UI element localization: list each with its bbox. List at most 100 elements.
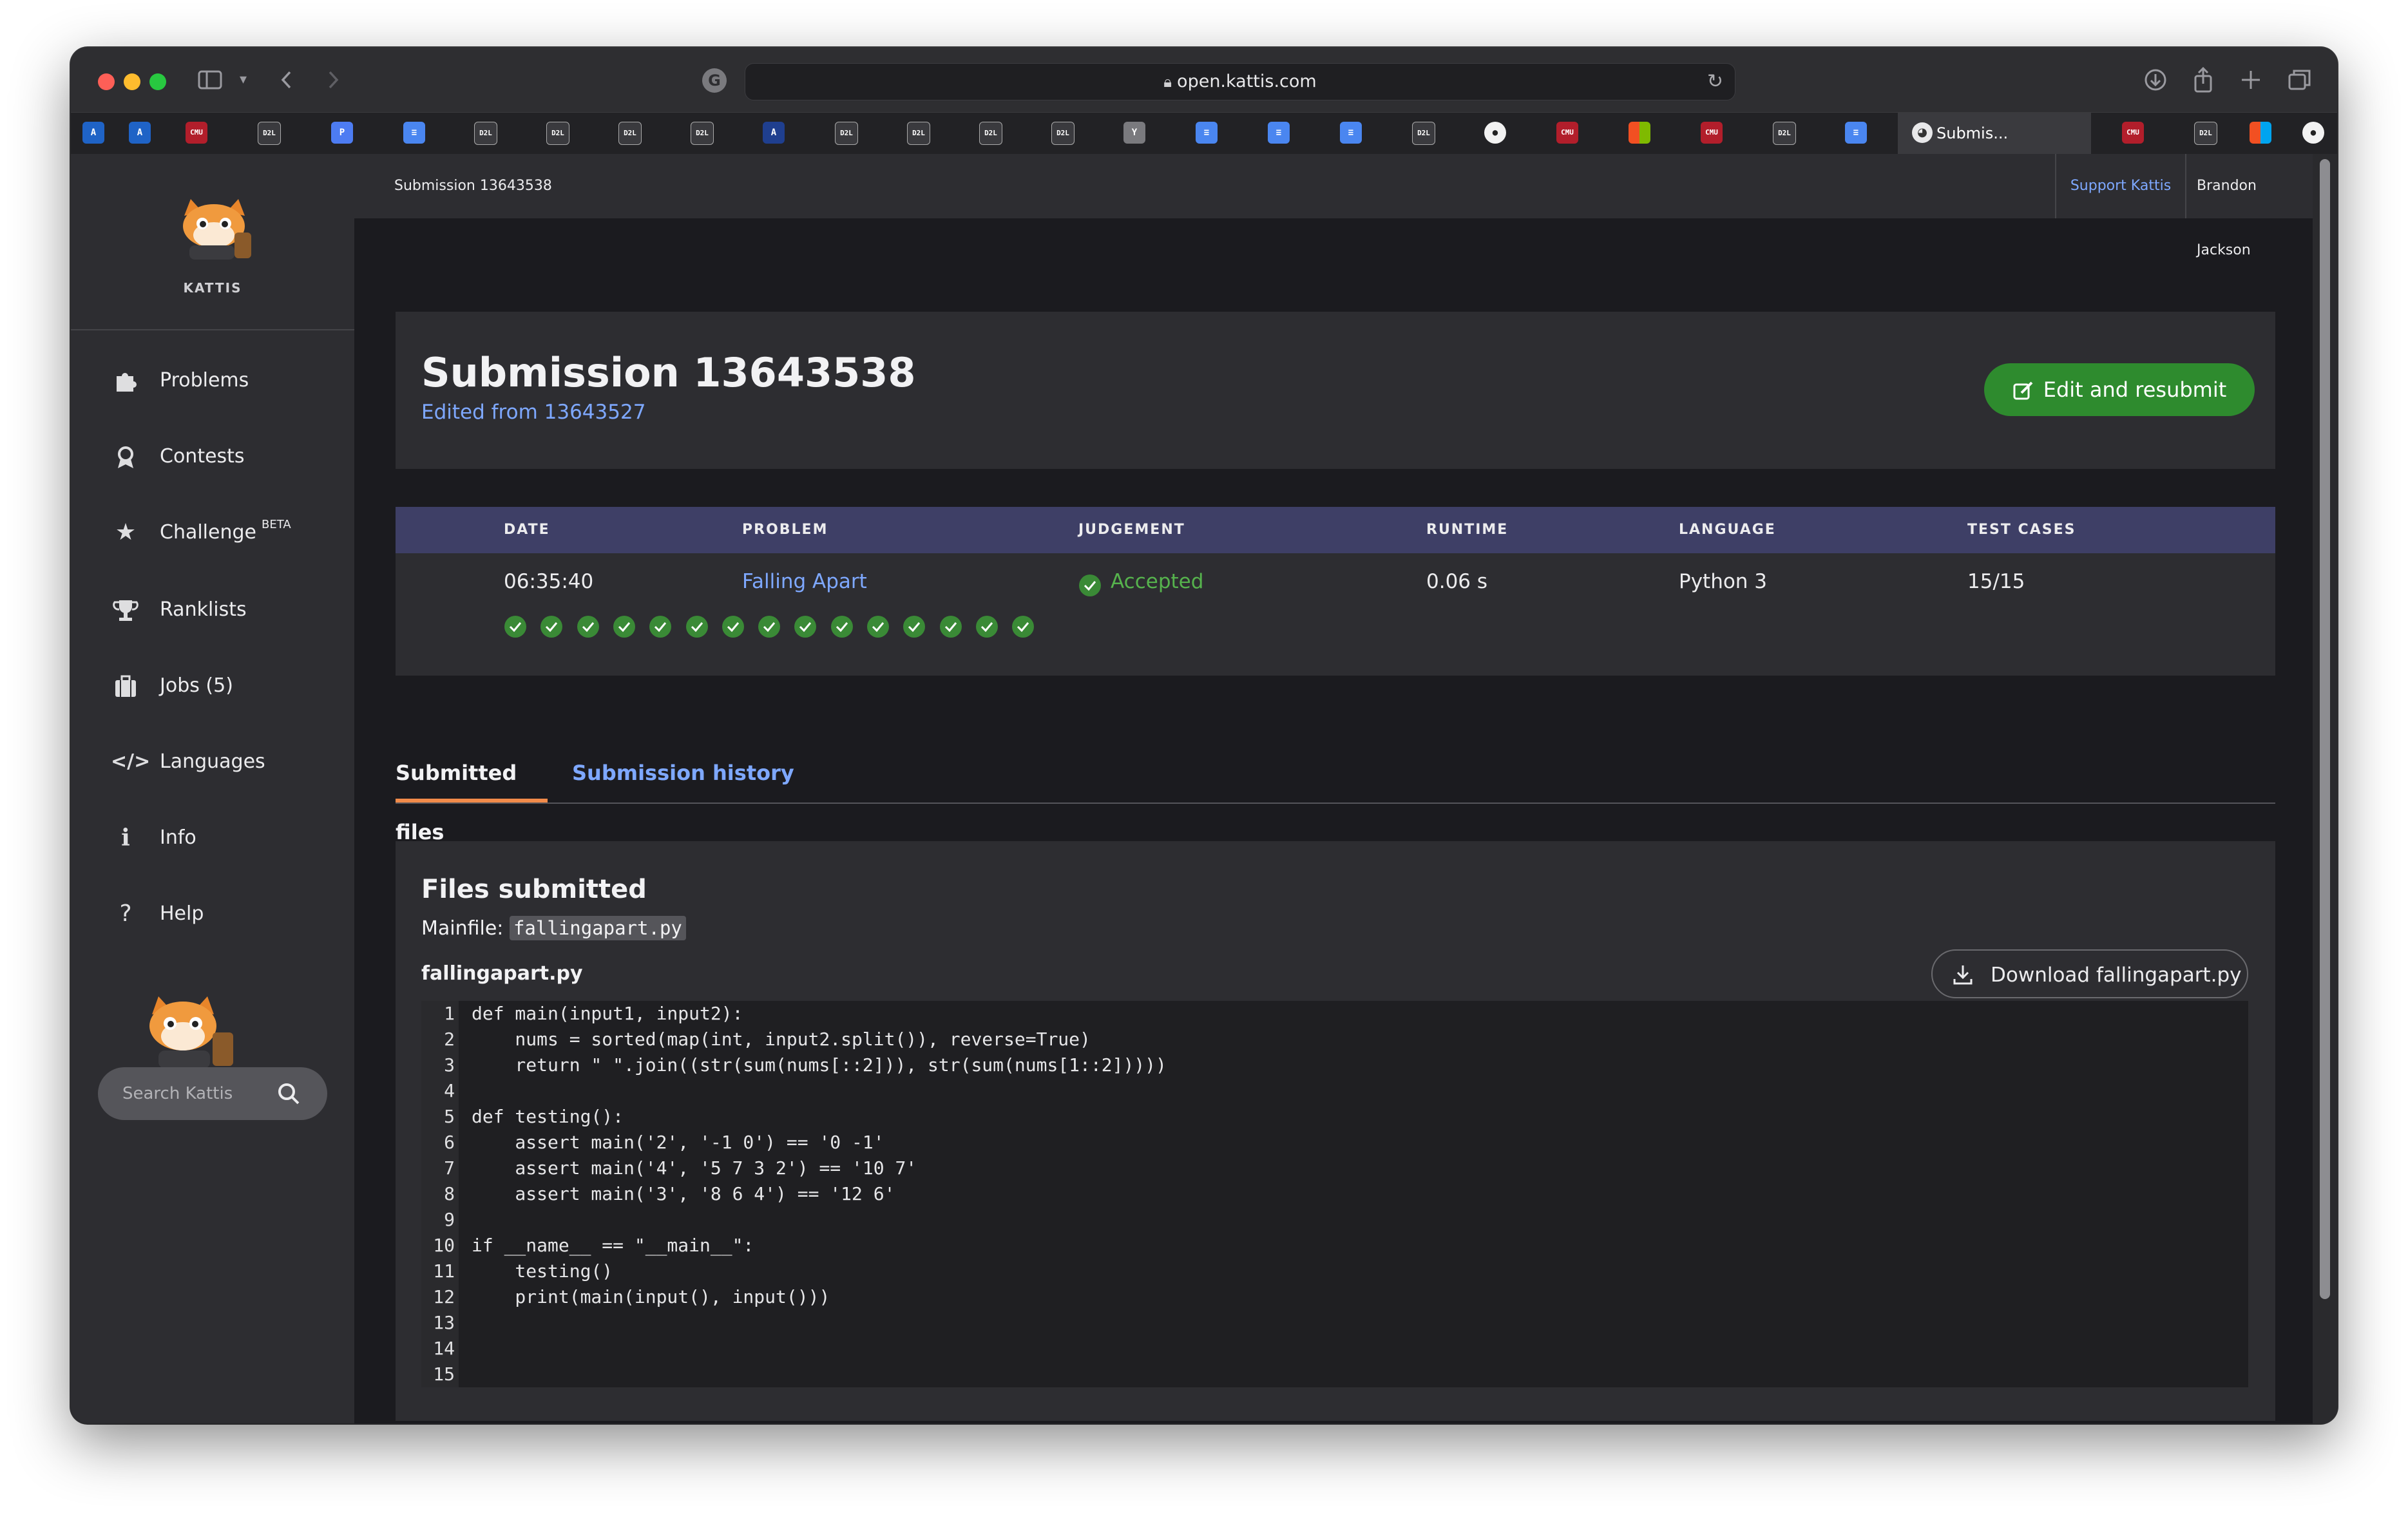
column-header-date: DATE [504, 522, 550, 538]
test-case-check-icon[interactable] [577, 615, 600, 638]
test-case-check-icon[interactable] [975, 615, 999, 638]
search-input[interactable]: Search Kattis [122, 1067, 233, 1120]
zoom-window-button[interactable] [149, 73, 166, 90]
back-arrow-icon[interactable] [277, 66, 296, 94]
tab-favicon[interactable]: ≡ [1196, 122, 1218, 144]
tab-favicon[interactable]: D2L [1051, 122, 1075, 145]
test-case-check-icon[interactable] [903, 615, 926, 638]
edited-from-link[interactable]: Edited from 13643527 [421, 401, 645, 424]
browser-titlebar: ▾ G 🔒︎ open.kattis.com ↻ [71, 48, 2337, 112]
language-value: Python 3 [1679, 570, 1768, 593]
test-case-check-icon[interactable] [1011, 615, 1035, 638]
sidebar-item-help[interactable]: ? Help [71, 888, 354, 940]
tab-favicon[interactable]: D2L [546, 122, 569, 145]
share-icon[interactable] [2192, 66, 2215, 94]
test-case-check-icon[interactable] [504, 615, 527, 638]
test-case-check-icon[interactable] [649, 615, 672, 638]
kattis-logo-icon[interactable] [173, 196, 256, 261]
test-case-check-icon[interactable] [758, 615, 781, 638]
test-case-check-icon[interactable] [721, 615, 745, 638]
search-bar[interactable]: Search Kattis [98, 1067, 327, 1120]
line-number: 10 [433, 1235, 455, 1256]
address-bar[interactable]: 🔒︎ open.kattis.com ↻ [745, 63, 1735, 100]
search-icon[interactable] [276, 1081, 301, 1107]
active-tab[interactable]: ◕ Submis... [1898, 113, 2091, 154]
download-file-button[interactable]: Download fallingapart.py [1931, 949, 2248, 998]
new-tab-icon[interactable] [2239, 66, 2262, 94]
tab-submitted-files[interactable]: Submitted files [396, 743, 548, 844]
test-case-check-icon[interactable] [613, 615, 636, 638]
tab-favicon[interactable]: A [763, 122, 785, 144]
support-kattis-link[interactable]: Support Kattis [2055, 154, 2186, 218]
sidebar-item-ranklists[interactable]: Ranklists [71, 584, 354, 636]
reload-icon[interactable]: ↻ [1707, 64, 1723, 100]
tab-favicon[interactable]: ≡ [1268, 122, 1290, 144]
test-cases-value: 15/15 [1967, 570, 2025, 593]
submission-header-card: Submission 13643538 Edited from 13643527… [396, 312, 2275, 469]
github-icon[interactable]: ● [1484, 122, 1506, 144]
tab-favicon[interactable]: D2L [258, 122, 281, 145]
test-case-check-icon[interactable] [685, 615, 709, 638]
page-scrollbar[interactable] [2313, 154, 2337, 1423]
tab-favicon[interactable]: A [82, 122, 104, 144]
chevron-down-icon[interactable]: ▾ [240, 66, 247, 94]
resubmit-label: Edit and resubmit [2043, 377, 2227, 402]
sidebar-item-contests[interactable]: Contests [71, 431, 354, 482]
microsoft-icon[interactable] [1629, 122, 1650, 144]
scrollbar-thumb[interactable] [2320, 159, 2330, 1299]
tab-favicon[interactable]: CMU [186, 122, 207, 144]
sidebar-item-info[interactable]: i Info [71, 812, 354, 864]
sidebar-item-problems[interactable]: Problems [71, 355, 354, 406]
download-icon [1953, 965, 1973, 985]
problem-link[interactable]: Falling Apart [742, 570, 867, 593]
tab-overview-icon[interactable] [2287, 66, 2313, 94]
line-number: 13 [433, 1312, 455, 1333]
tab-favicon[interactable]: D2L [1773, 122, 1796, 145]
tab-favicon[interactable]: D2L [474, 122, 497, 145]
briefcase-icon [111, 660, 140, 712]
tab-favicon[interactable]: D2L [691, 122, 714, 145]
tab-favicon[interactable]: CMU [1556, 122, 1578, 144]
kattis-favicon: ◕ [1912, 122, 1933, 143]
page-content: KATTIS Problems Contests ★ Challenge BETA [71, 154, 2337, 1423]
tab-favicon[interactable]: D2L [618, 122, 642, 145]
user-menu[interactable]: Brandon Jackson [2197, 154, 2313, 283]
tab-submission-history[interactable]: Submission history [572, 743, 794, 803]
test-case-check-icon[interactable] [939, 615, 962, 638]
tab-favicon[interactable]: D2L [979, 122, 1002, 145]
tab-favicon[interactable]: D2L [835, 122, 858, 145]
tab-favicon[interactable]: P [331, 122, 353, 144]
test-case-check-icon[interactable] [866, 615, 890, 638]
edit-and-resubmit-button[interactable]: Edit and resubmit [1984, 363, 2255, 416]
line-number: 6 [444, 1132, 455, 1153]
sidebar-item-languages[interactable]: </> Languages [71, 736, 354, 788]
tab-favicon[interactable]: ≡ [403, 122, 425, 144]
test-case-check-icon[interactable] [830, 615, 854, 638]
code-viewer[interactable]: 1 2 3 4 5 6 7 8 9 10 11 12 13 14 15 def main(input1, i… [421, 1001, 2248, 1387]
microsoft-icon[interactable] [2250, 122, 2271, 144]
grammarly-icon[interactable]: G [702, 68, 727, 93]
logo-area[interactable]: KATTIS [71, 154, 354, 330]
forward-arrow-icon[interactable] [323, 66, 343, 94]
sidebar-toggle-icon[interactable] [197, 66, 223, 94]
sidebar-item-challenge[interactable]: ★ Challenge BETA [71, 507, 354, 558]
tab-favicon[interactable]: CMU [1701, 122, 1723, 144]
close-window-button[interactable] [98, 73, 115, 90]
tab-favicon[interactable]: D2L [907, 122, 930, 145]
sidebar-item-jobs[interactable]: Jobs (5) [71, 660, 354, 712]
tab-favicon[interactable]: ≡ [1340, 122, 1362, 144]
github-icon[interactable]: ● [2302, 122, 2324, 144]
test-case-check-icon[interactable] [540, 615, 563, 638]
tab-favicon[interactable]: A [129, 122, 151, 144]
minimize-window-button[interactable] [124, 73, 140, 90]
tab-favicon[interactable]: D2L [1412, 122, 1435, 145]
downloads-icon[interactable] [2143, 66, 2168, 94]
code-line: assert main('4', '5 7 3 2') == '10 7' [472, 1157, 917, 1179]
tab-favicon[interactable]: D2L [2194, 122, 2217, 145]
tab-favicon[interactable]: CMU [2122, 122, 2144, 144]
test-case-check-icon[interactable] [794, 615, 817, 638]
beta-badge: BETA [262, 518, 291, 531]
tab-favicon[interactable]: Y [1123, 122, 1145, 144]
accepted-check-icon [1079, 575, 1101, 596]
tab-favicon[interactable]: ≡ [1845, 122, 1867, 144]
